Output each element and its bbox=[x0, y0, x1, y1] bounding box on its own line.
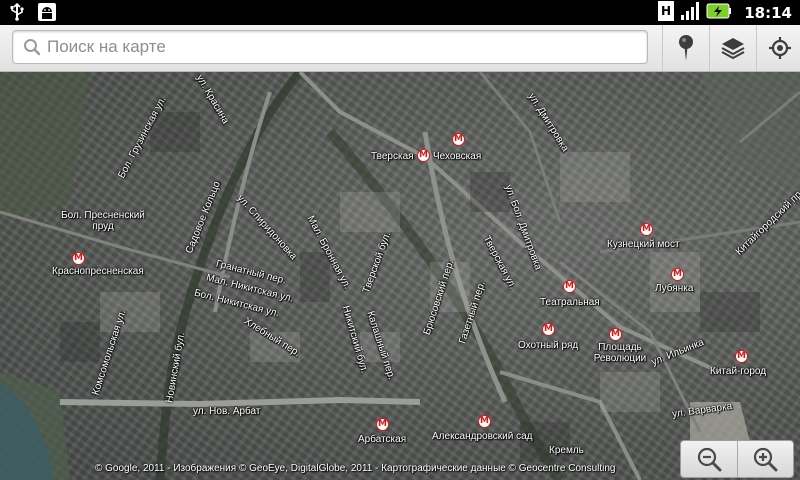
zoom-in-icon bbox=[754, 447, 778, 472]
street-label: ул. Нов. Арбат bbox=[193, 406, 261, 417]
station-label: Тверская bbox=[371, 151, 414, 162]
metro-icon[interactable]: M bbox=[72, 252, 85, 265]
station-label: Арбатская bbox=[358, 434, 407, 445]
signal-icon bbox=[680, 1, 700, 25]
metro-icon[interactable]: M bbox=[542, 323, 555, 336]
place-marker-icon bbox=[679, 35, 693, 61]
search-placeholder: Поиск на карте bbox=[47, 37, 166, 56]
metro-icon[interactable]: M bbox=[563, 280, 576, 293]
zoom-in-button[interactable] bbox=[736, 441, 794, 477]
my-location-icon bbox=[769, 37, 791, 59]
zoom-out-icon bbox=[697, 447, 722, 472]
metro-icon[interactable]: M bbox=[452, 133, 465, 146]
pond-label: Бол. Пресненский пруд bbox=[61, 210, 145, 232]
place-marker-button[interactable] bbox=[662, 25, 709, 71]
station-label: Краснопресненская bbox=[52, 266, 144, 277]
station-label: Китай-город bbox=[710, 366, 767, 377]
metro-icon[interactable]: M bbox=[376, 418, 389, 431]
search-icon bbox=[24, 39, 41, 56]
satellite-map[interactable]: Бол. Грузинская ул. ул. Красина ул. Дмит… bbox=[0, 72, 800, 480]
station-label: Чеховская bbox=[433, 151, 482, 162]
layers-icon bbox=[721, 38, 745, 60]
metro-icon[interactable]: M bbox=[609, 328, 622, 341]
clock: 18:14 bbox=[744, 3, 792, 22]
zoom-out-button[interactable] bbox=[681, 441, 737, 477]
battery-charging-icon bbox=[706, 2, 732, 24]
search-input[interactable]: Поиск на карте bbox=[12, 30, 648, 64]
metro-icon[interactable]: M bbox=[671, 268, 684, 281]
station-label: Театральная bbox=[540, 297, 600, 308]
layers-button[interactable] bbox=[709, 25, 756, 71]
android-debug-icon bbox=[36, 2, 58, 22]
metro-icon[interactable]: M bbox=[640, 223, 653, 236]
zoom-controls bbox=[680, 440, 794, 478]
station-label: Кузнецкий мост bbox=[607, 239, 680, 250]
my-location-button[interactable] bbox=[756, 25, 800, 71]
station-label: Александровский сад bbox=[432, 431, 533, 442]
metro-icon[interactable]: M bbox=[417, 149, 430, 162]
metro-icon[interactable]: M bbox=[478, 415, 491, 428]
usb-icon bbox=[6, 2, 28, 22]
status-bar: H 18:14 bbox=[0, 0, 800, 25]
landmark-label: Кремль bbox=[549, 445, 584, 456]
hspa-icon: H bbox=[658, 0, 675, 25]
search-toolbar: Поиск на карте bbox=[0, 25, 800, 72]
svg-text:H: H bbox=[661, 4, 671, 18]
station-label: Площадь Революции bbox=[593, 342, 647, 364]
station-label: Охотный ряд bbox=[518, 340, 579, 351]
map-copyright: © Google, 2011 - Изображения © GeoEye, D… bbox=[95, 463, 616, 474]
station-label: Лубянка bbox=[655, 283, 694, 294]
metro-icon[interactable]: M bbox=[735, 350, 748, 363]
